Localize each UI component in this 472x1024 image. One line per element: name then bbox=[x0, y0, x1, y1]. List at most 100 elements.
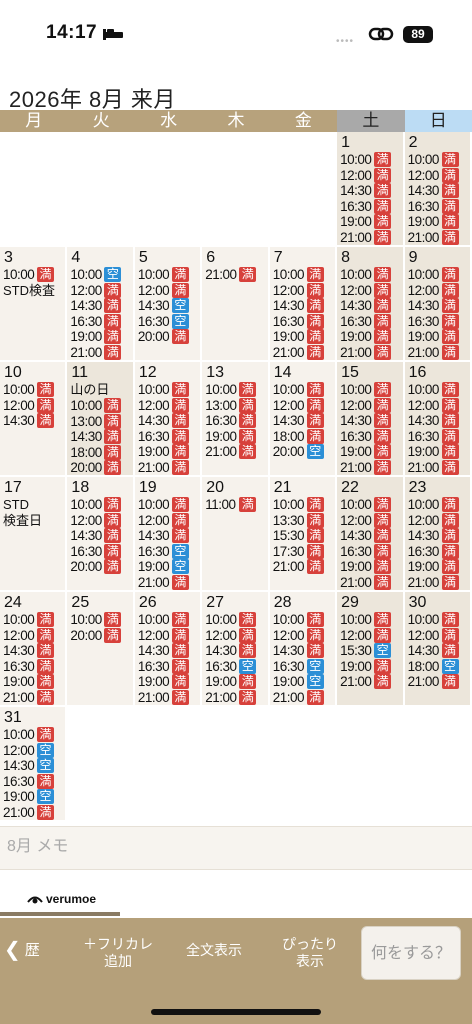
time-slot[interactable]: 10:00 満 bbox=[408, 497, 470, 513]
day-cell[interactable]: 11 山の日 10:00 満 13:00 満 14:30 満 18:00 満 20:00 満 bbox=[67, 362, 135, 477]
time-slot[interactable]: 10:00 満 bbox=[70, 398, 132, 414]
time-slot[interactable]: 12:00 満 bbox=[138, 512, 200, 529]
day-cell[interactable]: 26 10:00 満 12:00 満 14:30 満 16:30 満 19:00 満 21:00 満 bbox=[134, 592, 203, 707]
time-slot[interactable]: 16:30 満 bbox=[70, 313, 132, 330]
time-slot[interactable]: 14:30 満 bbox=[138, 413, 200, 429]
time-slot[interactable]: 16:30 満 bbox=[340, 198, 402, 215]
time-slot[interactable]: 19:00 満 bbox=[340, 444, 402, 460]
time-slot[interactable]: 10:00 満 bbox=[340, 152, 402, 168]
time-slot[interactable]: 10:00 満 bbox=[340, 267, 402, 283]
time-slot[interactable]: 12:00 満 bbox=[273, 627, 335, 644]
time-slot[interactable]: 21:00 満 bbox=[138, 574, 200, 591]
time-slot[interactable]: 10:00 満 bbox=[273, 382, 335, 398]
time-slot[interactable]: 12:00 満 bbox=[408, 282, 470, 299]
time-slot[interactable]: 21:00 満 bbox=[205, 267, 267, 283]
time-slot[interactable]: 21:00 満 bbox=[3, 804, 65, 821]
time-slot[interactable]: 14:30 満 bbox=[3, 413, 65, 429]
time-slot[interactable]: 20:00 満 bbox=[70, 460, 132, 475]
time-slot[interactable]: 12:00 満 bbox=[70, 282, 132, 299]
time-slot[interactable]: 14:30 満 bbox=[408, 413, 470, 429]
time-slot[interactable]: 10:00 満 bbox=[3, 267, 65, 283]
time-slot[interactable]: 10:00 満 bbox=[138, 612, 200, 628]
day-cell[interactable]: 17 STD 検査日 bbox=[0, 477, 68, 592]
time-slot[interactable]: 19:00 満 bbox=[138, 444, 200, 460]
day-cell[interactable]: 14 10:00 満 12:00 満 14:30 満 18:00 満 20:00 空 bbox=[269, 362, 338, 477]
day-cell[interactable]: 30 10:00 満 12:00 満 14:30 満 18:00 空 21:00 満 bbox=[404, 592, 472, 707]
time-slot[interactable]: 19:00 満 bbox=[3, 674, 65, 690]
time-slot[interactable]: 12:00 満 bbox=[273, 282, 335, 299]
time-slot[interactable]: 13:00 満 bbox=[205, 397, 267, 414]
time-slot[interactable]: 10:00 満 bbox=[70, 497, 132, 513]
time-slot[interactable]: 16:30 満 bbox=[138, 428, 200, 445]
time-slot[interactable]: 10:00 満 bbox=[408, 267, 470, 283]
time-slot[interactable]: 15:30 空 bbox=[340, 643, 402, 659]
time-slot[interactable]: 21:00 満 bbox=[340, 344, 402, 361]
time-slot[interactable]: 12:00 満 bbox=[340, 282, 402, 299]
time-slot[interactable]: 19:00 空 bbox=[273, 674, 335, 690]
day-cell[interactable]: 18 10:00 満 12:00 満 14:30 満 16:30 満 20:00 満 bbox=[67, 477, 135, 592]
time-slot[interactable]: 12:00 満 bbox=[3, 397, 65, 414]
time-slot[interactable]: 16:30 満 bbox=[70, 543, 132, 560]
time-slot[interactable]: 14:30 満 bbox=[408, 643, 470, 659]
day-cell[interactable]: 7 10:00 満 12:00 満 14:30 満 16:30 満 19:00 満 21:00 満 bbox=[269, 247, 338, 362]
time-slot[interactable]: 16:30 空 bbox=[205, 658, 267, 675]
time-slot[interactable]: 13:30 満 bbox=[273, 512, 335, 529]
time-slot[interactable]: 10:00 空 bbox=[70, 267, 132, 283]
time-slot[interactable]: 19:00 満 bbox=[408, 444, 470, 460]
time-slot[interactable]: 14:30 満 bbox=[340, 183, 402, 199]
time-slot[interactable]: 16:30 満 bbox=[408, 313, 470, 330]
time-slot[interactable]: 21:00 満 bbox=[205, 444, 267, 460]
time-slot[interactable]: 19:00 空 bbox=[3, 789, 65, 805]
time-slot[interactable]: 12:00 満 bbox=[340, 512, 402, 529]
fit-view-button[interactable]: ぴったり 表示 bbox=[265, 936, 355, 970]
day-cell[interactable]: 5 10:00 満 12:00 満 14:30 空 16:30 空 20:00 満 bbox=[134, 247, 203, 362]
day-cell[interactable]: 8 10:00 満 12:00 満 14:30 満 16:30 満 19:00 満 21:00 満 bbox=[337, 247, 405, 362]
time-slot[interactable]: 10:00 満 bbox=[408, 382, 470, 398]
time-slot[interactable]: 16:30 満 bbox=[273, 313, 335, 330]
action-button[interactable]: 何をする？ bbox=[361, 926, 461, 980]
time-slot[interactable]: 21:00 満 bbox=[70, 344, 132, 361]
time-slot[interactable]: 21:00 満 bbox=[408, 344, 470, 361]
time-slot[interactable]: 14:30 満 bbox=[340, 528, 402, 544]
day-cell[interactable]: 23 10:00 満 12:00 満 14:30 満 16:30 満 19:00 満 21:00 満 bbox=[404, 477, 472, 592]
time-slot[interactable]: 19:00 満 bbox=[340, 214, 402, 230]
time-slot[interactable]: 16:30 空 bbox=[273, 658, 335, 675]
time-slot[interactable]: 20:00 満 bbox=[70, 627, 132, 644]
time-slot[interactable]: 19:00 空 bbox=[138, 559, 200, 575]
time-slot[interactable]: 21:00 満 bbox=[273, 559, 335, 575]
time-slot[interactable]: 19:00 満 bbox=[408, 559, 470, 575]
day-cell[interactable]: 6 21:00 満 bbox=[202, 247, 270, 362]
time-slot[interactable]: 12:00 満 bbox=[340, 627, 402, 644]
time-slot[interactable]: 10:00 満 bbox=[138, 267, 200, 283]
time-slot[interactable]: 10:00 満 bbox=[70, 612, 132, 628]
day-cell[interactable]: 25 10:00 満 20:00 満 bbox=[67, 592, 135, 707]
time-slot[interactable]: 12:00 満 bbox=[408, 627, 470, 644]
day-cell[interactable]: 29 10:00 満 12:00 満 15:30 空 19:00 満 21:00 満 bbox=[337, 592, 405, 707]
time-slot[interactable]: 21:00 満 bbox=[340, 229, 402, 246]
time-slot[interactable]: 21:00 満 bbox=[408, 674, 470, 690]
time-slot[interactable]: 14:30 満 bbox=[408, 298, 470, 314]
time-slot[interactable]: 19:00 満 bbox=[408, 214, 470, 230]
time-slot[interactable]: 12:00 空 bbox=[3, 742, 65, 759]
day-cell[interactable]: 4 10:00 空 12:00 満 14:30 満 16:30 満 19:00 満 21:00 満 bbox=[67, 247, 135, 362]
time-slot[interactable]: 19:00 満 bbox=[205, 674, 267, 690]
time-slot[interactable]: 21:00 満 bbox=[273, 344, 335, 361]
time-slot[interactable]: 21:00 満 bbox=[408, 574, 470, 591]
day-cell[interactable]: 27 10:00 満 12:00 満 14:30 満 16:30 空 19:00 満 21:00 満 bbox=[202, 592, 270, 707]
time-slot[interactable]: 19:00 満 bbox=[340, 329, 402, 345]
time-slot[interactable]: 12:00 満 bbox=[138, 627, 200, 644]
time-slot[interactable]: 13:00 満 bbox=[70, 413, 132, 430]
time-slot[interactable]: 10:00 満 bbox=[3, 612, 65, 628]
time-slot[interactable]: 21:00 満 bbox=[340, 459, 402, 476]
time-slot[interactable]: 10:00 満 bbox=[273, 497, 335, 513]
time-slot[interactable]: 20:00 満 bbox=[138, 329, 200, 345]
time-slot[interactable]: 19:00 満 bbox=[340, 658, 402, 675]
time-slot[interactable]: 16:30 満 bbox=[408, 428, 470, 445]
time-slot[interactable]: 18:00 満 bbox=[273, 428, 335, 445]
time-slot[interactable]: 10:00 満 bbox=[205, 382, 267, 398]
day-cell[interactable]: 15 10:00 満 12:00 満 14:30 満 16:30 満 19:00 満 21:00 満 bbox=[337, 362, 405, 477]
time-slot[interactable]: 10:00 満 bbox=[340, 612, 402, 628]
time-slot[interactable]: 14:30 空 bbox=[3, 758, 65, 774]
time-slot[interactable]: 14:30 満 bbox=[138, 643, 200, 659]
time-slot[interactable]: 21:00 満 bbox=[138, 459, 200, 476]
